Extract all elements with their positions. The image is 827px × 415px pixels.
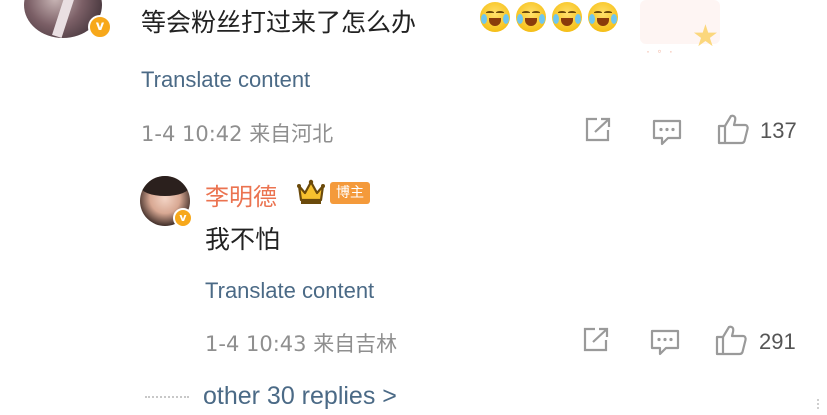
reply-text: 我不怕 [205, 225, 281, 254]
location: 来自河北 [249, 122, 334, 146]
comment-icon [652, 119, 682, 146]
translate-link[interactable]: Translate content [205, 278, 374, 304]
verified-badge-icon: v [88, 15, 112, 39]
comment-item: v 等会粉丝打过来了怎么办 ★ · ◦ · Translate content … [0, 0, 827, 146]
like-button[interactable] [714, 324, 748, 356]
laughing-crying-emoji-icon [552, 2, 582, 32]
dotted-divider [145, 395, 189, 398]
emoji-group [480, 2, 618, 38]
translate-link[interactable]: Translate content [141, 67, 310, 93]
reply-username[interactable]: 李明德 [205, 177, 277, 212]
thumbs-up-icon [715, 325, 747, 356]
like-button[interactable] [716, 113, 750, 145]
author-tag-badge: 博主 [330, 182, 370, 204]
comment-text: 等会粉丝打过来了怎么办 [141, 8, 417, 37]
comment-button[interactable] [651, 118, 683, 146]
crown-icon [296, 178, 326, 211]
scroll-indicator [817, 399, 819, 409]
share-icon [583, 327, 609, 352]
laughing-crying-emoji-icon [516, 2, 546, 32]
more-replies-label: other 30 replies > [203, 382, 397, 410]
comment-meta: 1-4 10:42 来自河北 [141, 118, 333, 148]
reply-meta: 1-4 10:43 来自吉林 [205, 328, 397, 358]
location: 来自吉林 [313, 332, 398, 356]
star-icon: ★ [692, 20, 719, 53]
share-icon [585, 117, 611, 142]
laughing-crying-emoji-icon [480, 2, 510, 32]
dots-decoration: · ◦ · [646, 44, 675, 58]
more-replies-link[interactable]: other 30 replies > [145, 382, 397, 411]
laughing-crying-emoji-icon [588, 2, 618, 32]
verified-badge-icon: v [173, 208, 193, 228]
like-count: 137 [760, 118, 797, 143]
decoration-stars: ★ · ◦ · [640, 0, 740, 60]
comment-icon [650, 329, 680, 356]
timestamp: 1-4 10:42 [141, 122, 243, 146]
share-button[interactable] [581, 326, 611, 354]
like-count: 291 [759, 329, 796, 354]
thumbs-up-icon [717, 114, 749, 145]
timestamp: 1-4 10:43 [205, 332, 307, 356]
share-button[interactable] [583, 116, 613, 144]
comment-button[interactable] [649, 328, 681, 356]
